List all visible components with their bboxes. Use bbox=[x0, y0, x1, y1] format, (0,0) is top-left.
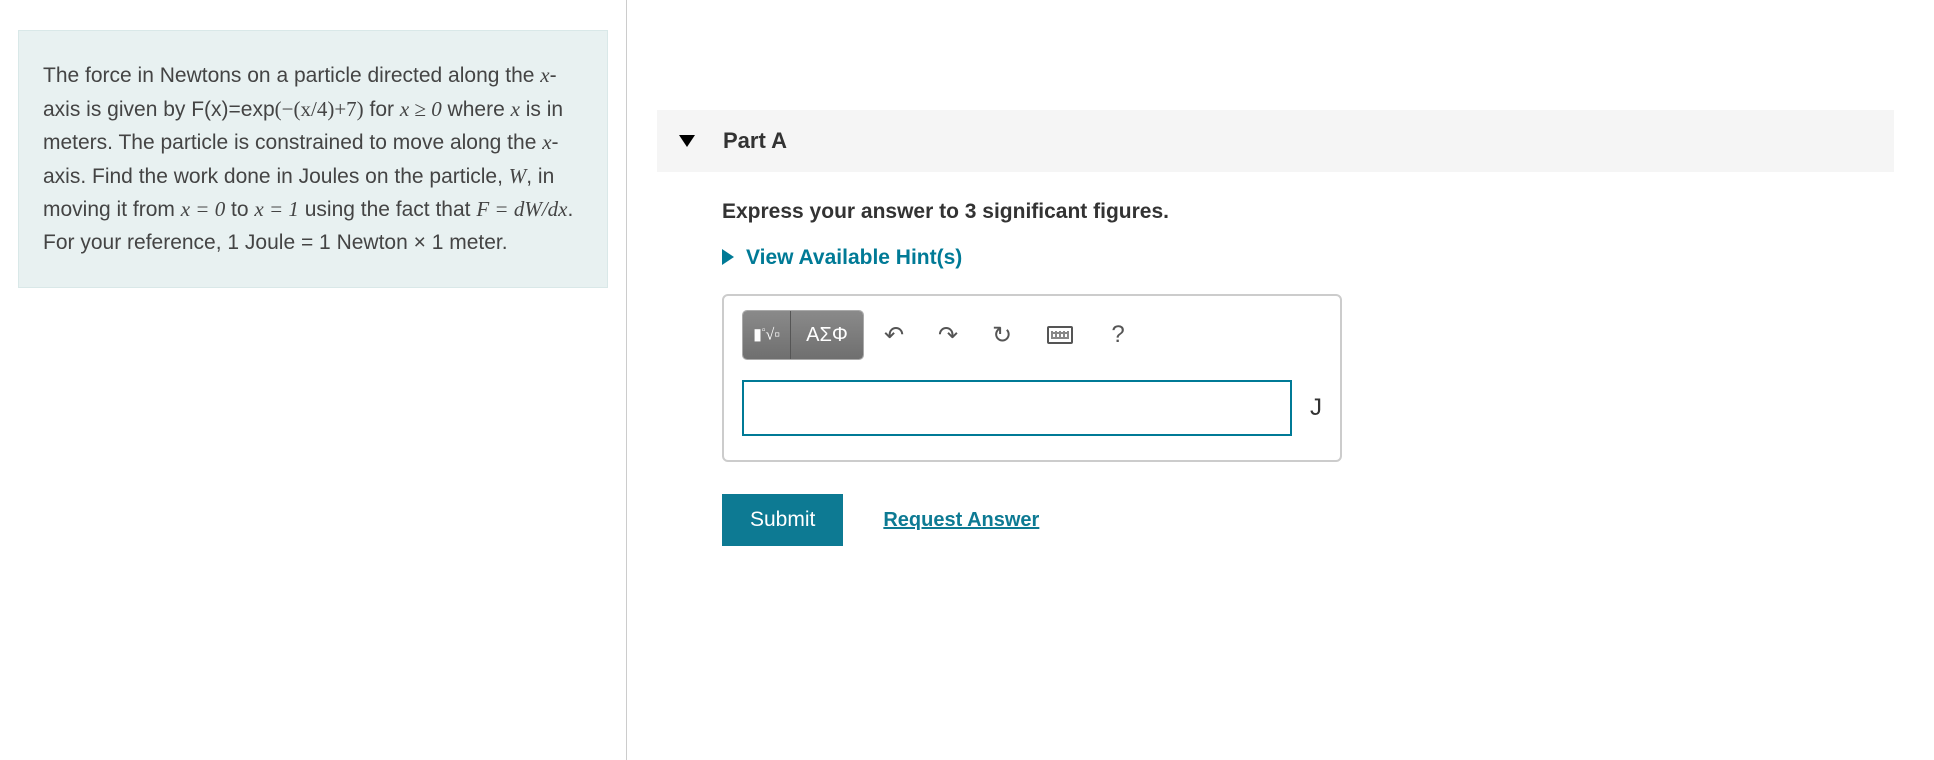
help-icon: ? bbox=[1111, 321, 1124, 349]
hints-label: View Available Hint(s) bbox=[746, 246, 962, 269]
keyboard-icon bbox=[1047, 326, 1073, 344]
part-title: Part A bbox=[723, 128, 787, 154]
math-FdW: F = dW/dx bbox=[476, 197, 567, 221]
undo-icon: ↶ bbox=[884, 321, 904, 350]
math-exp-arg: (−(x/4)+7) bbox=[275, 97, 364, 121]
submit-row: Submit Request Answer bbox=[722, 494, 1894, 546]
math-x: x bbox=[540, 63, 549, 87]
request-answer-link[interactable]: Request Answer bbox=[883, 509, 1039, 532]
submit-button[interactable]: Submit bbox=[722, 494, 843, 546]
greek-label: ΑΣΦ bbox=[806, 324, 848, 347]
answer-input[interactable] bbox=[742, 380, 1292, 436]
math-xge0: x ≥ 0 bbox=[400, 97, 442, 121]
reset-button[interactable]: ↻ bbox=[978, 311, 1026, 359]
fraction-sqrt-icon: ▮▫√▫ bbox=[753, 326, 780, 343]
text: to bbox=[225, 198, 254, 221]
instruction-text: Express your answer to 3 significant fig… bbox=[722, 200, 1894, 224]
math-W: W bbox=[509, 164, 527, 188]
math-x1: x = 1 bbox=[254, 197, 299, 221]
reset-icon: ↻ bbox=[992, 321, 1012, 350]
view-hints-link[interactable]: View Available Hint(s) bbox=[722, 246, 1894, 270]
problem-pane: The force in Newtons on a particle direc… bbox=[0, 0, 627, 760]
answer-pane: Part A Express your answer to 3 signific… bbox=[627, 0, 1934, 760]
redo-icon: ↷ bbox=[938, 321, 958, 350]
keyboard-button[interactable] bbox=[1032, 311, 1088, 359]
template-fraction-button[interactable]: ▮▫√▫ bbox=[743, 311, 791, 359]
caret-down-icon bbox=[679, 135, 695, 147]
text: for bbox=[364, 98, 394, 121]
text: where bbox=[442, 98, 511, 121]
greek-symbols-button[interactable]: ΑΣΦ bbox=[791, 311, 863, 359]
answer-row: J bbox=[742, 380, 1322, 436]
math-x: x bbox=[511, 97, 520, 121]
undo-button[interactable]: ↶ bbox=[870, 311, 918, 359]
help-button[interactable]: ? bbox=[1094, 311, 1142, 359]
redo-button[interactable]: ↷ bbox=[924, 311, 972, 359]
math-x: x bbox=[542, 130, 551, 154]
part-header[interactable]: Part A bbox=[657, 110, 1894, 172]
caret-right-icon bbox=[722, 249, 734, 265]
answer-box: ▮▫√▫ ΑΣΦ ↶ ↷ ↻ ? J bbox=[722, 294, 1342, 462]
tool-group-math: ▮▫√▫ ΑΣΦ bbox=[742, 310, 864, 360]
text: The force in Newtons on a particle direc… bbox=[43, 64, 540, 87]
text: using the fact that bbox=[299, 198, 476, 221]
equation-toolbar: ▮▫√▫ ΑΣΦ ↶ ↷ ↻ ? bbox=[742, 310, 1322, 360]
unit-label: J bbox=[1310, 394, 1322, 422]
math-x0: x = 0 bbox=[181, 197, 226, 221]
problem-statement: The force in Newtons on a particle direc… bbox=[18, 30, 608, 288]
